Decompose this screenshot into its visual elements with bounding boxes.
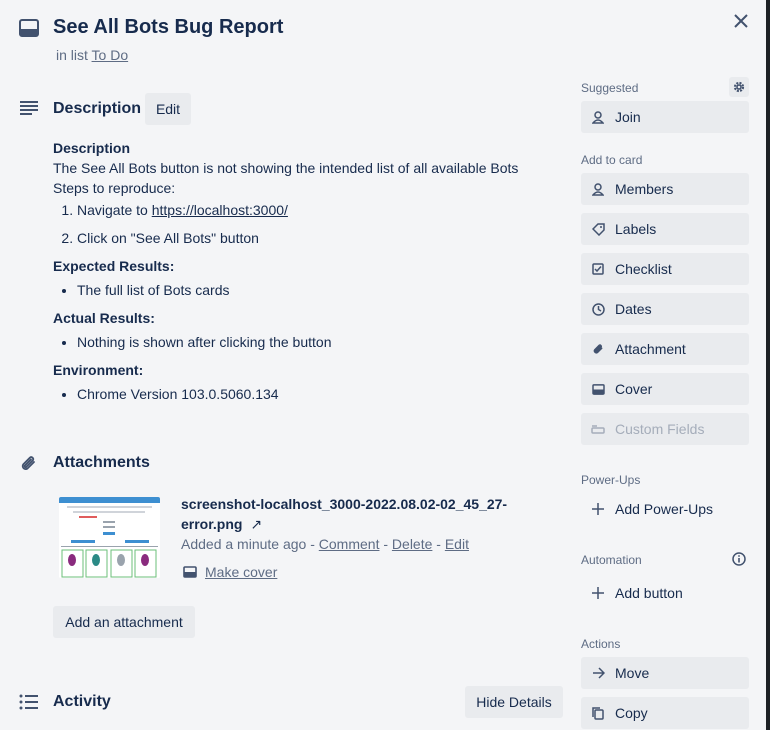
add-button-label: Add button	[615, 585, 683, 601]
separator: -	[306, 536, 319, 552]
dates-label: Dates	[615, 301, 652, 317]
checkbox-icon	[591, 262, 605, 276]
attachment-delete-link[interactable]: Delete	[392, 536, 432, 552]
attachments-heading: Attachments	[53, 454, 150, 471]
in-list-text: in list To Do	[56, 47, 128, 63]
checklist-label: Checklist	[615, 261, 672, 277]
checklist-button[interactable]: Checklist	[581, 253, 749, 285]
copy-label: Copy	[615, 705, 648, 721]
list-item: The full list of Bots cards	[77, 280, 553, 300]
description-icon	[19, 101, 39, 115]
gear-icon[interactable]	[729, 77, 749, 97]
list-link[interactable]: To Do	[92, 47, 129, 63]
actions-heading: Actions	[581, 637, 621, 651]
custom-fields-button[interactable]: Custom Fields	[581, 413, 749, 445]
attachment-file-name: screenshot-localhost_3000-2022.08.02-02_…	[181, 496, 508, 532]
suggested-heading: Suggested	[581, 81, 639, 95]
paperclip-icon	[19, 454, 39, 474]
make-cover-label: Make cover	[205, 564, 278, 580]
plus-icon	[591, 586, 605, 600]
make-cover-link[interactable]: Make cover	[183, 564, 277, 580]
cover-label: Cover	[615, 381, 653, 397]
cover-icon	[591, 382, 605, 396]
attachment-added: Added a minute ago	[181, 536, 307, 552]
add-attachment-button[interactable]: Add an attachment	[53, 606, 195, 638]
desc-summary: The See All Bots button is not showing t…	[53, 160, 519, 176]
join-label: Join	[615, 109, 641, 125]
list-item: Chrome Version 103.0.5060.134	[77, 384, 553, 404]
close-icon[interactable]	[730, 10, 752, 32]
clock-icon	[591, 302, 605, 316]
environment-heading: Environment:	[53, 362, 144, 378]
custom-fields-label: Custom Fields	[615, 421, 705, 437]
list-item: Click on "See All Bots" button	[77, 228, 553, 248]
add-power-ups-label: Add Power-Ups	[615, 501, 714, 517]
attachment-comment-link[interactable]: Comment	[319, 536, 380, 552]
activity-icon	[19, 694, 39, 710]
members-button[interactable]: Members	[581, 173, 749, 205]
attachment-label: Attachment	[615, 341, 686, 357]
expected-list: The full list of Bots cards	[77, 280, 553, 300]
edit-description-button[interactable]: Edit	[145, 93, 191, 125]
expected-heading: Expected Results:	[53, 258, 175, 274]
actual-heading: Actual Results:	[53, 310, 155, 326]
add-power-ups-button[interactable]: Add Power-Ups	[581, 493, 749, 525]
hide-details-button[interactable]: Hide Details	[465, 686, 563, 718]
copy-icon	[591, 706, 605, 720]
arrow-right-icon	[591, 666, 605, 680]
attachment-meta: Added a minute ago - Comment - Delete - …	[181, 536, 469, 552]
plus-icon	[591, 502, 605, 516]
card-icon	[19, 19, 39, 37]
step1-text: Navigate to	[77, 202, 152, 218]
window-edge	[766, 0, 770, 730]
separator: -	[379, 536, 392, 552]
cover-icon	[183, 566, 197, 578]
in-list-prefix: in list	[56, 47, 88, 63]
localhost-link[interactable]: https://localhost:3000/	[152, 202, 288, 218]
attachment-button[interactable]: Attachment	[581, 333, 749, 365]
tag-icon	[591, 222, 605, 236]
move-button[interactable]: Move	[581, 657, 749, 689]
paperclip-icon	[591, 342, 605, 356]
card-title[interactable]: See All Bots Bug Report	[53, 16, 283, 39]
attachment-thumbnail[interactable]	[59, 497, 160, 578]
info-icon[interactable]	[729, 549, 749, 569]
desc-steps-heading: Steps to reproduce:	[53, 180, 176, 196]
labels-button[interactable]: Labels	[581, 213, 749, 245]
list-item: Nothing is shown after clicking the butt…	[77, 332, 553, 352]
person-icon	[591, 182, 605, 196]
dates-button[interactable]: Dates	[581, 293, 749, 325]
copy-button[interactable]: Copy	[581, 697, 749, 729]
power-ups-heading: Power-Ups	[581, 473, 641, 487]
separator: -	[432, 536, 445, 552]
automation-heading: Automation	[581, 553, 642, 567]
steps-list: Navigate to https://localhost:3000/ Clic…	[77, 200, 553, 248]
environment-list: Chrome Version 103.0.5060.134	[77, 384, 553, 404]
custom-fields-icon	[591, 422, 605, 436]
members-label: Members	[615, 181, 674, 197]
desc-body-heading: Description	[53, 140, 131, 156]
add-automation-button[interactable]: Add button	[581, 577, 749, 609]
description-body[interactable]: Description The See All Bots button is n…	[53, 138, 553, 412]
move-label: Move	[615, 665, 650, 681]
external-link-icon[interactable]: ↗	[250, 516, 262, 532]
join-button[interactable]: Join	[581, 101, 749, 133]
labels-label: Labels	[615, 221, 657, 237]
cover-button[interactable]: Cover	[581, 373, 749, 405]
attachment-edit-link[interactable]: Edit	[445, 536, 469, 552]
activity-heading: Activity	[53, 693, 111, 710]
list-item: Navigate to https://localhost:3000/	[77, 200, 553, 220]
person-icon	[591, 110, 605, 124]
attachment-name[interactable]: screenshot-localhost_3000-2022.08.02-02_…	[181, 494, 541, 534]
description-heading: Description	[53, 100, 142, 117]
add-to-card-heading: Add to card	[581, 153, 643, 167]
actual-list: Nothing is shown after clicking the butt…	[77, 332, 553, 352]
